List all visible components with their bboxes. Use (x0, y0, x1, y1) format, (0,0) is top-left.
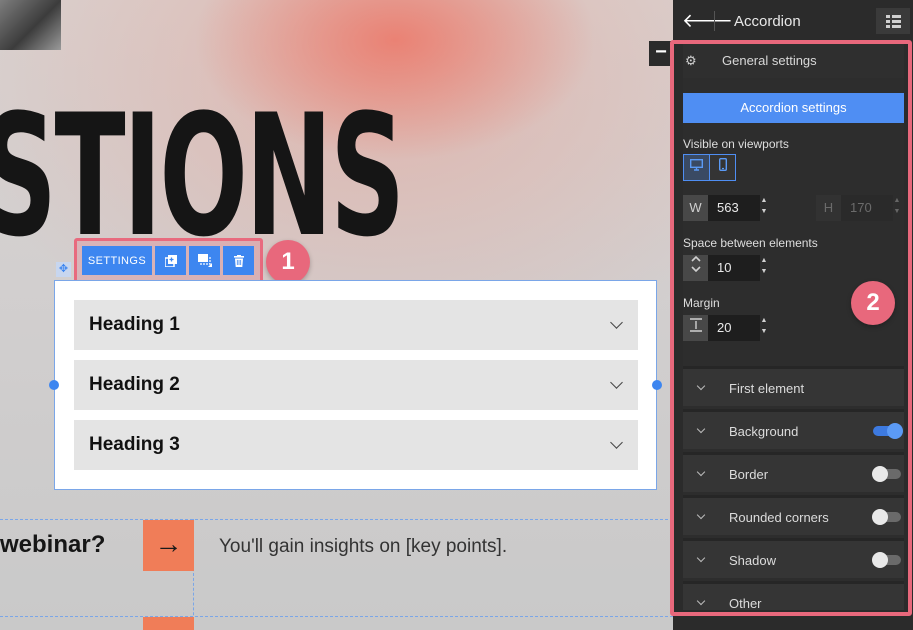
page-heading: STIONS (0, 78, 405, 274)
general-settings-row[interactable]: ⚙ General settings (683, 44, 904, 78)
guide-line (0, 616, 673, 617)
space-between-stepper[interactable]: ▲ ▼ (759, 255, 769, 281)
margin-stepper[interactable]: ▲ ▼ (759, 315, 769, 341)
space-between-input[interactable]: 10 (708, 255, 760, 281)
section-background[interactable]: Background (683, 409, 904, 449)
desktop-icon (689, 158, 704, 171)
move-handle-icon[interactable]: ✥ (56, 262, 71, 277)
accordion-item[interactable]: Heading 3 (74, 420, 638, 470)
chevron-down-icon (696, 596, 706, 606)
chevron-down-icon (610, 436, 623, 449)
insights-text: You'll gain insights on [key points]. (219, 536, 508, 557)
section-other[interactable]: Other (683, 581, 904, 610)
section-shadow[interactable]: Shadow (683, 538, 904, 578)
height-prefix: H (816, 195, 841, 221)
height-input: 170 (841, 195, 893, 221)
margin-input[interactable]: 20 (708, 315, 760, 341)
width-stepper[interactable]: ▲ ▼ (759, 195, 769, 221)
callout-badge-1: 1 (266, 240, 310, 284)
border-toggle[interactable] (872, 466, 901, 482)
panel-content: ⚙ General settings Accordion settings Vi… (683, 44, 904, 610)
desktop-viewport-toggle[interactable] (683, 154, 710, 181)
duplicate-icon (164, 254, 177, 267)
panel-header: 🡐 Accordion (673, 0, 913, 42)
callout-badge-2: 2 (851, 281, 895, 325)
section-label: Border (729, 467, 769, 482)
arrow-box-partial (143, 617, 194, 630)
general-settings-label: General settings (722, 53, 817, 68)
chevron-down-icon (696, 467, 706, 477)
layers-list-icon[interactable] (876, 8, 910, 34)
chevron-down-icon (610, 316, 623, 329)
accordion-heading: Heading 3 (89, 434, 180, 455)
chevron-down-icon (696, 510, 706, 520)
mobile-viewport-toggle[interactable] (709, 154, 736, 181)
section-first-element[interactable]: First element (683, 366, 904, 406)
resize-handle-right[interactable] (652, 380, 662, 390)
chevron-down-icon (610, 376, 623, 389)
trash-icon (233, 254, 244, 267)
section-rounded-corners[interactable]: Rounded corners (683, 495, 904, 535)
accordion-widget[interactable]: Heading 1 Heading 2 Heading 3 (54, 280, 657, 490)
accordion-heading: Heading 2 (89, 374, 180, 395)
width-prefix: W (683, 195, 708, 221)
divider (714, 11, 715, 31)
thumbnail-image (0, 0, 61, 50)
accordion-heading: Heading 1 (89, 314, 180, 335)
delete-button[interactable] (223, 246, 254, 275)
chevron-down-icon (696, 424, 706, 434)
section-label: Rounded corners (729, 510, 829, 525)
chevron-down-icon (696, 381, 706, 391)
editor-canvas[interactable]: STIONS SETTINGS 1 ✥ Heading 1 Heading 2 … (0, 0, 673, 630)
viewports-label: Visible on viewports (683, 137, 789, 151)
rounded-corners-toggle[interactable] (872, 509, 901, 525)
element-toolbar: SETTINGS (82, 246, 254, 275)
collapse-panel-button[interactable]: − (649, 41, 673, 66)
margin-icon (683, 315, 708, 341)
gear-icon: ⚙ (685, 53, 697, 68)
layer-icon (197, 254, 212, 267)
background-toggle[interactable] (873, 423, 903, 439)
chevron-down-icon (696, 553, 706, 563)
panel-title: Accordion (734, 13, 801, 30)
settings-button[interactable]: SETTINGS (82, 246, 152, 275)
back-arrow-icon[interactable]: 🡐 (682, 9, 733, 33)
margin-label: Margin (683, 296, 720, 310)
height-stepper: ▲ ▼ (893, 197, 901, 215)
layer-button[interactable] (189, 246, 220, 275)
mobile-icon (718, 157, 727, 172)
accordion-item[interactable]: Heading 1 (74, 300, 638, 350)
guide-line (0, 519, 673, 520)
accordion-item[interactable]: Heading 2 (74, 360, 638, 410)
section-label: First element (729, 381, 805, 396)
section-border[interactable]: Border (683, 452, 904, 492)
resize-handle-left[interactable] (49, 380, 59, 390)
width-input[interactable]: 563 (708, 195, 760, 221)
section-label: Other (729, 596, 762, 610)
space-between-label: Space between elements (683, 236, 818, 250)
webinar-text: webinar? (0, 531, 106, 558)
shadow-toggle[interactable] (872, 552, 901, 568)
section-label: Shadow (729, 553, 776, 568)
space-between-icon (683, 255, 708, 281)
duplicate-button[interactable] (155, 246, 186, 275)
section-label: Background (729, 424, 799, 439)
accordion-settings-button[interactable]: Accordion settings (683, 93, 904, 123)
arrow-right-icon: → (143, 520, 194, 571)
